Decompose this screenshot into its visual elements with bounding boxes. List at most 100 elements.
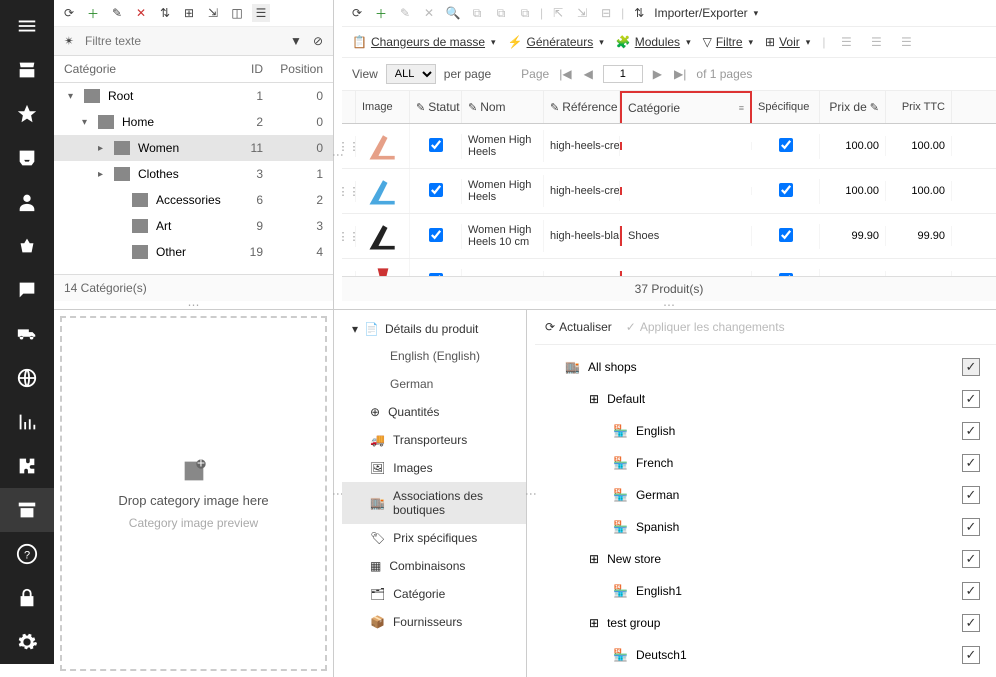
- shop-row[interactable]: 🏪 French: [535, 447, 996, 479]
- add-icon[interactable]: ＋: [84, 4, 102, 22]
- tree-row[interactable]: Other 19 4: [54, 239, 333, 265]
- shop-checkbox[interactable]: [962, 358, 980, 376]
- tree-row[interactable]: ▾ Root 1 0: [54, 83, 333, 109]
- pager-first-icon[interactable]: |◀: [557, 67, 573, 81]
- detail-item[interactable]: English (English): [342, 342, 526, 370]
- pager-perpage-select[interactable]: ALL: [386, 64, 436, 84]
- detail-head[interactable]: ▾ 📄 Détails du produit: [342, 316, 526, 342]
- nav-store-icon[interactable]: [0, 48, 54, 92]
- filter-menu[interactable]: ▽ Filtre: [703, 35, 753, 49]
- detail-item[interactable]: German: [342, 370, 526, 398]
- shop-checkbox[interactable]: [962, 646, 980, 664]
- nav-lock-icon[interactable]: [0, 576, 54, 620]
- pager-page-input[interactable]: [603, 65, 643, 83]
- row-drag-handle[interactable]: ⋮⋮: [342, 226, 356, 247]
- grid-header-nom[interactable]: ✎ Nom: [462, 91, 544, 123]
- chevron-icon[interactable]: ▸: [98, 169, 110, 180]
- nav-inbox-icon[interactable]: [0, 136, 54, 180]
- row-status-checkbox[interactable]: [410, 179, 462, 204]
- grid-header-spec[interactable]: Spécifique: [752, 91, 820, 123]
- grid-t2-icon[interactable]: ⇲: [573, 4, 591, 22]
- filter-funnel-icon[interactable]: ▼: [287, 32, 305, 50]
- row-status-checkbox[interactable]: [410, 269, 462, 277]
- row-status-checkbox[interactable]: [410, 134, 462, 159]
- nav-person-icon[interactable]: [0, 180, 54, 224]
- nav-globe-icon[interactable]: [0, 356, 54, 400]
- tool1-icon[interactable]: ⇅: [156, 4, 174, 22]
- grid-row[interactable]: ⋮⋮ Dress 25252-blue Women 20.00 20.00: [342, 259, 996, 276]
- grid-import-icon[interactable]: ⇅: [630, 4, 648, 22]
- view-menu[interactable]: ⊞ Voir: [765, 35, 810, 49]
- shop-checkbox[interactable]: [962, 518, 980, 536]
- nav-menu-icon[interactable]: [0, 4, 54, 48]
- tool5-icon[interactable]: ☰: [252, 4, 270, 22]
- detail-item[interactable]: 🗂Catégorie: [342, 580, 526, 608]
- shop-checkbox[interactable]: [962, 390, 980, 408]
- grid-header-categorie[interactable]: Catégorie≡: [620, 91, 752, 123]
- nav-star-icon[interactable]: [0, 92, 54, 136]
- row-specific-checkbox[interactable]: [752, 224, 820, 249]
- chevron-icon[interactable]: ▾: [82, 117, 94, 128]
- grid-edit-icon[interactable]: ✎: [396, 4, 414, 22]
- grid-paste-icon[interactable]: ⧉: [516, 4, 534, 22]
- nav-archive-icon[interactable]: [0, 488, 54, 532]
- grid-t1-icon[interactable]: ⇱: [549, 4, 567, 22]
- detail-item[interactable]: 🖼Images: [342, 454, 526, 482]
- grid-refresh-icon[interactable]: ⟳: [348, 4, 366, 22]
- grid-header-prix[interactable]: Prix de ✎: [820, 91, 886, 123]
- row-drag-handle[interactable]: ⋮⋮: [342, 271, 356, 277]
- nav-basket-icon[interactable]: [0, 224, 54, 268]
- grid-header-statut[interactable]: ✎ Statut: [410, 91, 462, 123]
- shop-row[interactable]: ⊞ New store: [535, 543, 996, 575]
- pager-last-icon[interactable]: ▶|: [672, 67, 688, 81]
- vertical-grip-3[interactable]: ⋮: [527, 310, 535, 677]
- row-drag-handle[interactable]: ⋮⋮: [342, 136, 356, 157]
- row-specific-checkbox[interactable]: [752, 179, 820, 204]
- shop-checkbox[interactable]: [962, 486, 980, 504]
- detail-item[interactable]: 🏷Prix spécifiques: [342, 524, 526, 552]
- grid-copy-icon[interactable]: ⧉: [468, 4, 486, 22]
- nav-help-icon[interactable]: ?: [0, 532, 54, 576]
- tree-filter-input[interactable]: [82, 31, 283, 51]
- shops-apply-button[interactable]: ✓ Appliquer les changements: [626, 320, 785, 334]
- shops-refresh-button[interactable]: ⟳ Actualiser: [545, 320, 612, 334]
- detail-item[interactable]: 📦Fournisseurs: [342, 608, 526, 636]
- grid-dup-icon[interactable]: ⧉: [492, 4, 510, 22]
- nav-gear-icon[interactable]: [0, 620, 54, 664]
- shop-row[interactable]: 🏪 German: [535, 479, 996, 511]
- refresh-icon[interactable]: ⟳: [60, 4, 78, 22]
- tree-row[interactable]: Accessories 6 2: [54, 187, 333, 213]
- import-export-menu[interactable]: Importer/Exporter: [654, 6, 758, 20]
- delete-icon[interactable]: ✕: [132, 4, 150, 22]
- tool4-icon[interactable]: ◫: [228, 4, 246, 22]
- tree-row[interactable]: ▸ Women 11 0: [54, 135, 333, 161]
- row-specific-checkbox[interactable]: [752, 134, 820, 159]
- row-drag-handle[interactable]: ⋮⋮: [342, 181, 356, 202]
- nav-chart-icon[interactable]: [0, 400, 54, 444]
- grid-delete-icon[interactable]: ✕: [420, 4, 438, 22]
- grid-grip[interactable]: ⋯: [342, 301, 996, 309]
- edit-icon[interactable]: ✎: [108, 4, 126, 22]
- filter-clear-icon[interactable]: ⊘: [309, 32, 327, 50]
- tree-row[interactable]: Art 9 3: [54, 213, 333, 239]
- grid-m2-icon[interactable]: ☰: [867, 33, 885, 51]
- shop-row[interactable]: 🏬 All shops: [535, 351, 996, 383]
- tree-grip[interactable]: ⋯: [54, 301, 333, 309]
- pager-prev-icon[interactable]: ◀: [582, 67, 595, 81]
- shop-row[interactable]: 🏪 Deutsch1: [535, 639, 996, 671]
- tool2-icon[interactable]: ⊞: [180, 4, 198, 22]
- grid-header-ref[interactable]: ✎ Référence: [544, 91, 620, 123]
- tree-row[interactable]: ▾ Home 2 0: [54, 109, 333, 135]
- shop-checkbox[interactable]: [962, 422, 980, 440]
- chevron-icon[interactable]: ▾: [68, 91, 80, 102]
- shop-row[interactable]: 🏪 English: [535, 415, 996, 447]
- detail-item[interactable]: ⊕Quantités: [342, 398, 526, 426]
- grid-row[interactable]: ⋮⋮ Women High Heels 10 cm high-heels-bla…: [342, 214, 996, 259]
- shop-checkbox[interactable]: [962, 614, 980, 632]
- shop-checkbox[interactable]: [962, 582, 980, 600]
- nav-chat-icon[interactable]: [0, 268, 54, 312]
- shop-row[interactable]: ⊞ Default: [535, 383, 996, 415]
- grid-row[interactable]: ⋮⋮ Women High Heels high-heels-creamy 10…: [342, 124, 996, 169]
- category-image-dropzone[interactable]: + Drop category image here Category imag…: [60, 316, 327, 671]
- nav-truck-icon[interactable]: [0, 312, 54, 356]
